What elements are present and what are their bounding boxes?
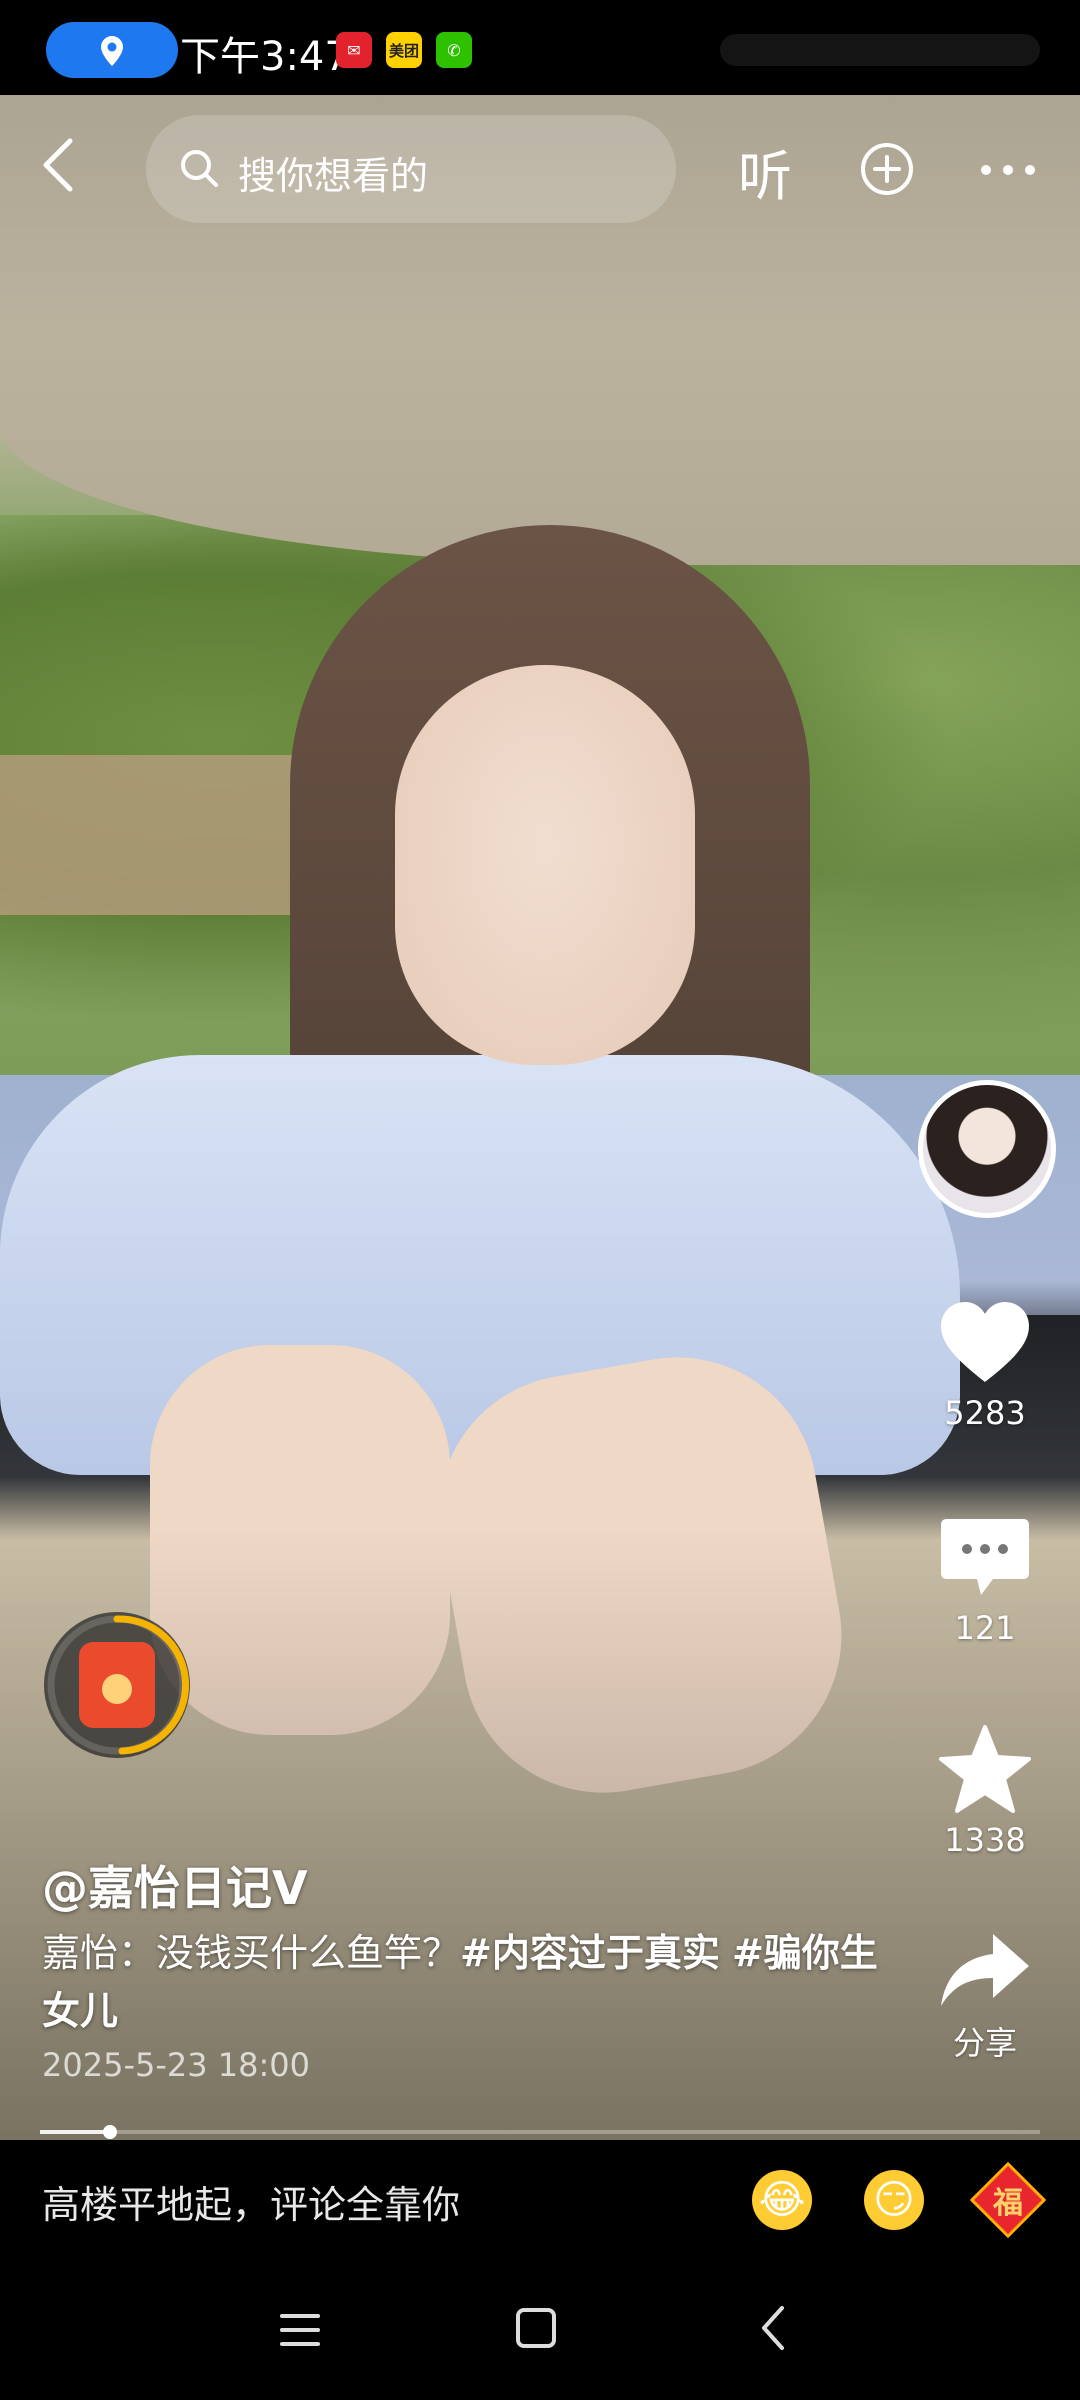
video-description: 嘉怡：没钱买什么鱼竿？#内容过于真实 #骗你生女儿 <box>42 1924 882 2040</box>
listen-button[interactable]: 听 <box>738 132 792 211</box>
star-icon <box>939 1725 1031 1813</box>
favorite-count: 1338 <box>944 1821 1026 1859</box>
search-bar[interactable]: 搜你想看的 <box>146 115 676 223</box>
chevron-left-icon <box>43 138 73 192</box>
meituan-icon: 美团 <box>386 32 422 68</box>
location-pin-icon <box>101 36 123 66</box>
smirk-emoji-icon[interactable]: 😏 <box>864 2170 924 2230</box>
back-button[interactable] <box>38 135 86 195</box>
like-button[interactable]: 5283 <box>910 1300 1060 1432</box>
fu-icon: 福 <box>969 2161 1047 2239</box>
location-indicator <box>46 22 178 78</box>
more-button[interactable] <box>978 155 1038 185</box>
system-status-icons <box>720 34 1040 66</box>
system-nav-bar <box>0 2260 1080 2400</box>
laughing-emoji-icon[interactable]: 😂 <box>752 2170 812 2230</box>
menu-icon[interactable] <box>278 2310 322 2350</box>
comment-bubble-icon <box>941 1519 1029 1595</box>
more-dots-icon <box>981 165 1035 175</box>
search-icon <box>181 150 218 187</box>
like-count: 5283 <box>944 1394 1026 1432</box>
comment-button[interactable]: 121 <box>910 1515 1060 1647</box>
heart-icon <box>941 1302 1029 1382</box>
red-app-icon: ✉ <box>336 32 372 68</box>
video-progress-fill <box>40 2130 110 2134</box>
hashtag[interactable]: #内容过于真实 <box>460 1931 720 1975</box>
fu-label: 福 <box>993 2186 1023 2221</box>
favorite-button[interactable]: 1338 <box>910 1725 1060 1859</box>
red-packet-widget[interactable] <box>44 1612 190 1758</box>
video-progress-bar[interactable] <box>40 2125 1040 2139</box>
search-placeholder: 搜你想看的 <box>238 154 429 198</box>
add-button[interactable] <box>860 142 914 196</box>
author-name[interactable]: @嘉怡日记V <box>42 1852 308 1918</box>
plus-circle-icon <box>861 143 913 195</box>
status-bar: 下午3:47 ✉ 美团 ✆ <box>0 0 1080 95</box>
comment-bar: 高楼平地起，评论全靠你 😂 😏 福 <box>0 2140 1080 2260</box>
publish-date: 2025-5-23 18:00 <box>42 2046 310 2084</box>
share-label: 分享 <box>952 2024 1017 2062</box>
status-time: 下午3:47 <box>180 34 350 80</box>
share-button[interactable]: 分享 <box>910 1930 1060 2064</box>
comment-count: 121 <box>954 1609 1016 1647</box>
fu-sticker-button[interactable]: 福 <box>969 2161 1047 2239</box>
description-text: 嘉怡：没钱买什么鱼竿？ <box>42 1931 461 1975</box>
video-progress-handle[interactable] <box>103 2125 117 2139</box>
author-avatar[interactable] <box>918 1080 1056 1218</box>
red-envelope-icon <box>79 1642 155 1728</box>
comment-input[interactable]: 高楼平地起，评论全靠你 <box>42 2174 460 2229</box>
share-arrow-icon <box>941 1934 1029 2006</box>
back-triangle-icon[interactable] <box>758 2304 788 2352</box>
wechat-icon: ✆ <box>436 32 472 68</box>
home-icon[interactable] <box>516 2308 556 2348</box>
